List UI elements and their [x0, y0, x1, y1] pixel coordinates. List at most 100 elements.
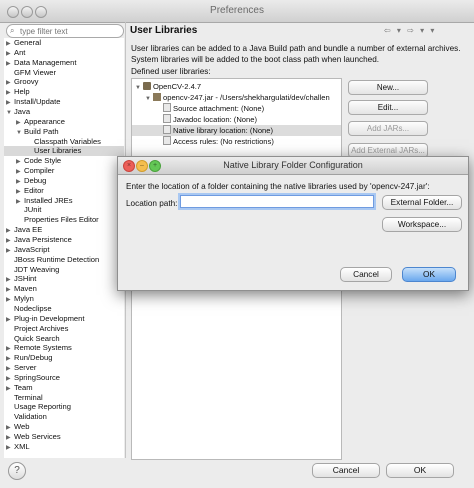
tree-item[interactable]: Quick Search	[4, 334, 124, 344]
zoom-window-icon[interactable]	[35, 6, 47, 18]
window-title: Preferences	[210, 5, 264, 16]
tree-item-label: JSHint	[14, 274, 37, 284]
filter-field[interactable]: ⌕	[6, 24, 124, 38]
dialog-ok-button[interactable]: OK	[402, 267, 456, 282]
tree-item[interactable]: JDT Weaving	[4, 265, 124, 275]
expand-toggle-icon[interactable]: ▶	[6, 443, 14, 453]
tree-item[interactable]: ▶ Install/Update	[4, 97, 124, 107]
tree-item[interactable]: User Libraries	[4, 146, 124, 157]
library-tree-item[interactable]: Native library location: (None)	[132, 125, 341, 136]
tree-item[interactable]: Usage Reporting	[4, 402, 124, 412]
add-jars-button[interactable]: Add JARs...	[348, 121, 428, 136]
tree-item[interactable]: ▶ Web	[4, 422, 124, 432]
tree-item[interactable]: ▶ Java EE	[4, 225, 124, 235]
tree-item[interactable]: ▶ JSHint	[4, 274, 124, 284]
close-window-icon[interactable]	[7, 6, 19, 18]
tree-item[interactable]: ▼ Build Path	[4, 127, 124, 137]
tree-item[interactable]: JUnit	[4, 205, 124, 215]
library-item-label: Source attachment: (None)	[173, 104, 265, 113]
dialog-zoom-icon[interactable]: +	[149, 160, 161, 172]
tree-item-label: SpringSource	[14, 372, 61, 382]
external-folder-button[interactable]: External Folder...	[382, 195, 462, 210]
library-tree-item[interactable]: ▼ OpenCV-2.4.7	[132, 81, 341, 92]
tree-item-label: Quick Search	[14, 333, 60, 343]
tree-item[interactable]: ▶ Maven	[4, 284, 124, 294]
tree-item-label: Build Path	[24, 126, 59, 136]
edit-button[interactable]: Edit...	[348, 100, 428, 115]
tree-item[interactable]: ▶ Server	[4, 363, 124, 373]
tree-item-label: Data Management	[14, 57, 77, 67]
tree-item-label: Appearance	[24, 116, 65, 126]
tree-item[interactable]: ▶ Java Persistence	[4, 235, 124, 245]
tree-item-label: JavaScript	[14, 244, 50, 254]
tree-item[interactable]: Classpath Variables	[4, 137, 124, 147]
dialog-close-icon[interactable]: ×	[123, 160, 135, 172]
library-tree-item[interactable]: ▼ opencv-247.jar - /Users/shekhargulati/d…	[132, 92, 341, 103]
tree-item[interactable]: JBoss Runtime Detection	[4, 255, 124, 265]
workspace-button[interactable]: Workspace...	[382, 217, 462, 232]
tree-item[interactable]: ▶ Run/Debug	[4, 353, 124, 363]
tree-item[interactable]: Properties Files Editor	[4, 215, 124, 225]
tree-item-label: Server	[14, 363, 37, 373]
dialog-minimize-icon[interactable]: –	[136, 160, 148, 172]
location-path-input[interactable]	[180, 195, 374, 208]
library-tree-item[interactable]: Javadoc location: (None)	[132, 114, 341, 125]
cancel-button[interactable]: Cancel	[312, 463, 380, 478]
tree-item[interactable]: ▶ Appearance	[4, 117, 124, 127]
tree-item-label: Maven	[14, 284, 37, 294]
tree-item[interactable]: ▶ Installed JREs	[4, 196, 124, 206]
tree-item-label: Project Archives	[14, 323, 69, 333]
tree-item-label: General	[14, 38, 42, 47]
navigation-arrows-icon[interactable]: ⇦ ▾ ⇨ ▾ ▾	[384, 26, 436, 35]
tree-item[interactable]: ▶ Ant	[4, 48, 124, 58]
dialog-title: Native Library Folder Configuration	[223, 160, 363, 170]
tree-item[interactable]: ▶ Remote Systems	[4, 343, 124, 353]
tree-item-label: Java	[14, 106, 31, 116]
window-titlebar: Preferences	[0, 0, 474, 23]
ok-button[interactable]: OK	[386, 463, 454, 478]
help-icon[interactable]: ?	[8, 462, 26, 480]
tree-item[interactable]: ▼ Java	[4, 107, 124, 117]
tree-item-label: Ant	[14, 47, 26, 57]
library-tree-item[interactable]: Access rules: (No restrictions)	[132, 136, 341, 147]
library-tree-item[interactable]: Source attachment: (None)	[132, 103, 341, 114]
dialog-cancel-button[interactable]: Cancel	[340, 267, 392, 282]
tree-item[interactable]: ▶ Plug-in Development	[4, 314, 124, 324]
tree-item[interactable]: ▶ Data Management	[4, 58, 124, 68]
tree-item[interactable]: ▶ JavaScript	[4, 245, 124, 255]
filter-input[interactable]	[20, 25, 118, 37]
tree-item[interactable]: ▶ Editor	[4, 186, 124, 196]
tree-item[interactable]: ▶ Groovy	[4, 77, 124, 87]
tree-item[interactable]: ▶ SpringSource	[4, 373, 124, 383]
tree-item[interactable]: Terminal	[4, 393, 124, 403]
tree-item-label: Web	[14, 422, 30, 432]
tree-item[interactable]: Nodeclipse	[4, 304, 124, 314]
tree-item[interactable]: ▶ Team	[4, 383, 124, 393]
tree-item[interactable]: Project Archives	[4, 324, 124, 334]
tree-item[interactable]: ▶ Compiler	[4, 166, 124, 176]
tree-item-label: Plug-in Development	[14, 313, 85, 323]
tree-item-label: Team	[14, 382, 33, 392]
dialog-titlebar: × – + Native Library Folder Configuratio…	[118, 157, 468, 175]
preferences-tree[interactable]: ▶ General ▶ Ant ▶ Data Management GFM Viewer ▶ G…	[4, 38, 124, 458]
tree-item[interactable]: ▶ Help	[4, 87, 124, 97]
tree-item-label: GFM Viewer	[14, 67, 57, 77]
tree-item-label: Code Style	[24, 156, 62, 166]
tree-item[interactable]: ▶ XML	[4, 442, 124, 452]
search-icon: ⌕	[10, 26, 15, 35]
tree-item-label: Remote Systems	[14, 343, 72, 353]
tree-item-label: Installed JREs	[24, 195, 73, 205]
minimize-window-icon[interactable]	[21, 6, 33, 18]
dialog-message: Enter the location of a folder containin…	[126, 182, 430, 191]
tree-item[interactable]: ▶ Debug	[4, 176, 124, 186]
tree-item[interactable]: ▶ General	[4, 38, 124, 48]
tree-item[interactable]: GFM Viewer	[4, 68, 124, 78]
tree-item[interactable]: Validation	[4, 412, 124, 422]
tree-item[interactable]: ▶ Mylyn	[4, 294, 124, 304]
new-library-button[interactable]: New...	[348, 80, 428, 95]
tree-item-label: Validation	[14, 412, 47, 422]
tree-item[interactable]: ▶ Web Services	[4, 432, 124, 442]
tree-item-label: Usage Reporting	[14, 402, 71, 412]
tree-item[interactable]: ▶ Code Style	[4, 156, 124, 166]
page-title: User Libraries	[130, 25, 198, 36]
